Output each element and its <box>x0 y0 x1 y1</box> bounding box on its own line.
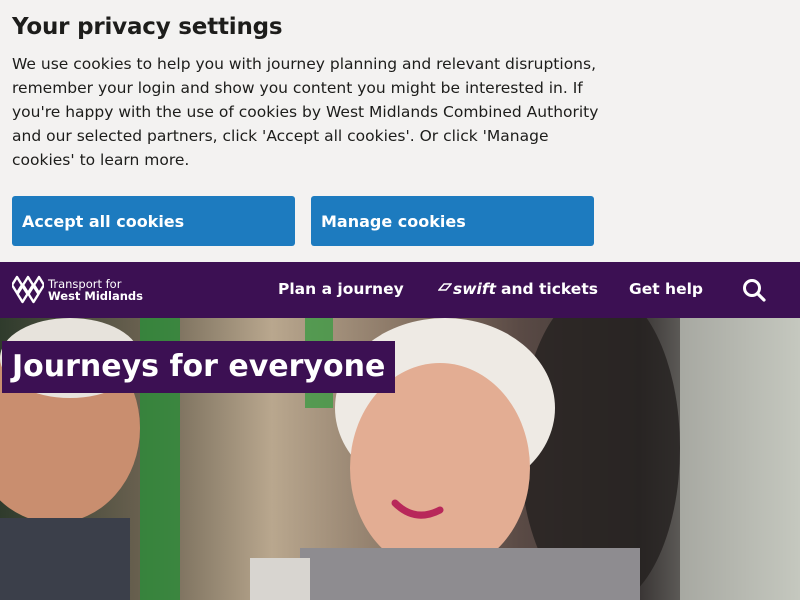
cookie-banner: Your privacy settings We use cookies to … <box>0 0 800 262</box>
swift-tickets-label: and tickets <box>501 280 598 298</box>
logo-text: Transport for West Midlands <box>48 278 143 302</box>
search-icon <box>743 279 766 302</box>
cookie-banner-text: We use cookies to help you with journey … <box>12 55 599 169</box>
cookie-banner-title: Your privacy settings <box>12 14 283 40</box>
swift-tag-icon <box>438 283 452 291</box>
swift-brand-label: swift <box>453 280 497 298</box>
hero-title: Journeys for everyone <box>2 341 396 393</box>
nav-get-help[interactable]: Get help <box>629 280 703 298</box>
tfwm-logo-icon <box>12 275 44 304</box>
manage-cookies-button[interactable]: Manage cookies <box>311 196 594 246</box>
accept-all-cookies-button[interactable]: Accept all cookies <box>12 196 295 246</box>
nav-swift-and-tickets[interactable]: swift and tickets <box>438 280 598 298</box>
logo-line-2: West Midlands <box>48 289 144 303</box>
nav-plan-a-journey[interactable]: Plan a journey <box>278 280 404 298</box>
site-header: Transport for West Midlands Plan a journ… <box>0 262 800 318</box>
tfwm-logo-link[interactable]: Transport for West Midlands <box>12 274 143 306</box>
hero-banner: Journeys for everyone <box>0 318 800 600</box>
search-button[interactable] <box>742 278 768 304</box>
